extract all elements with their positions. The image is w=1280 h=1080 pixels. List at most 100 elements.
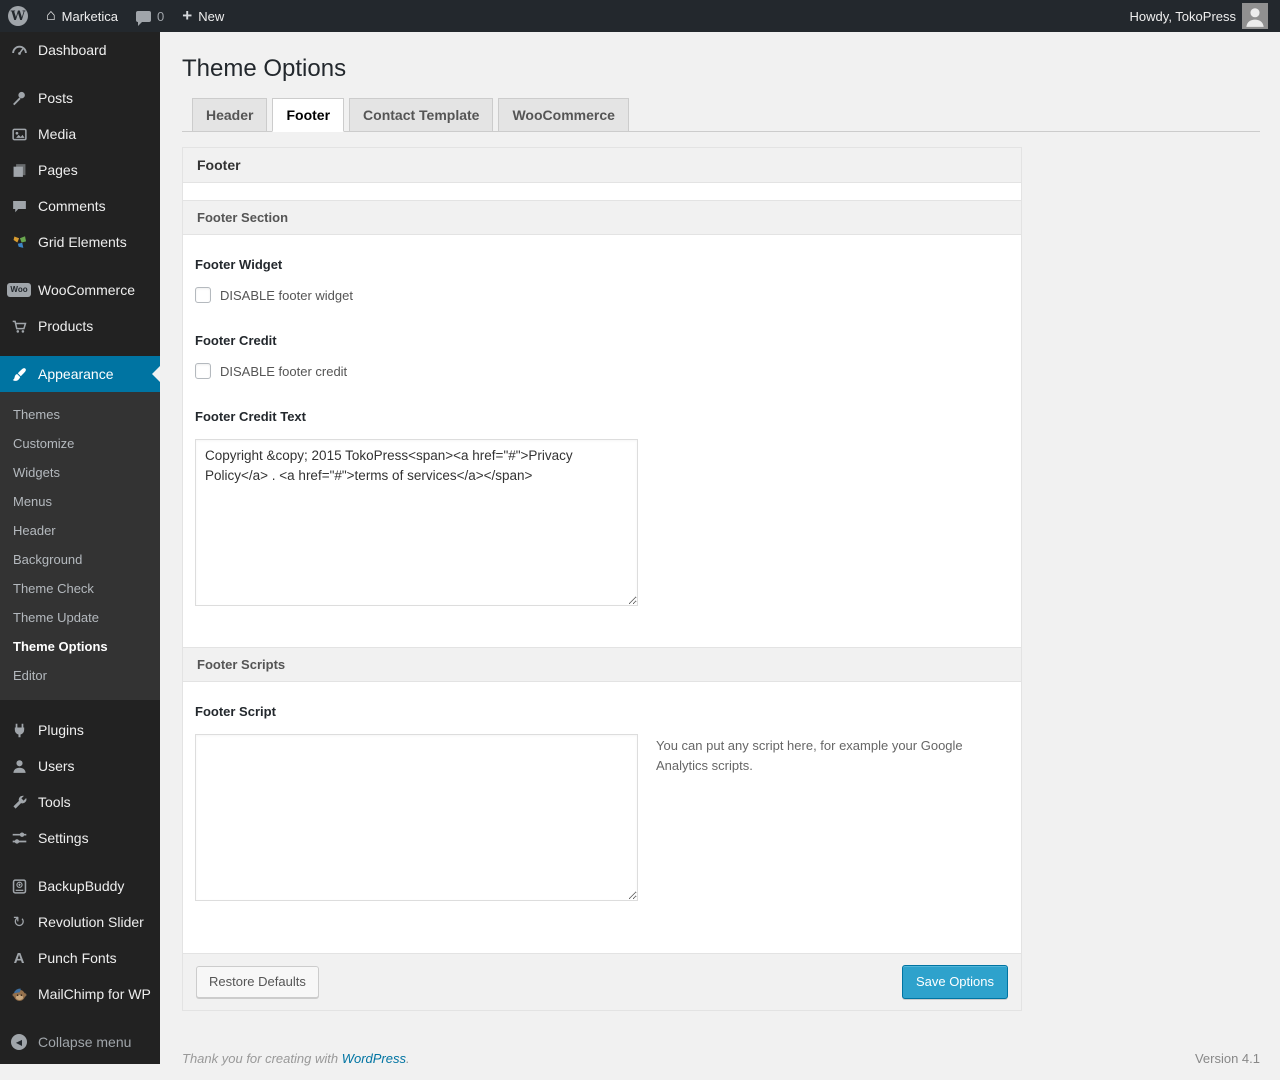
- comments-shortcut[interactable]: 0: [136, 9, 164, 26]
- home-icon: ⌂: [46, 7, 56, 24]
- footer-script-textarea[interactable]: [195, 734, 638, 901]
- footer-credit-control: DISABLE footer credit: [195, 363, 1009, 379]
- grid-elements-icon: [9, 232, 29, 252]
- sidebar-item-products[interactable]: Products: [0, 308, 160, 344]
- sidebar-item-label: MailChimp for WP: [38, 986, 151, 1002]
- refresh-icon: ↻: [12, 914, 26, 931]
- admin-menu: Dashboard Posts Media Pages Comments Gri…: [0, 32, 160, 1060]
- sidebar-item-mailchimp[interactable]: MailChimp for WP: [0, 976, 160, 1012]
- sidebar-item-dashboard[interactable]: Dashboard: [0, 32, 160, 68]
- footer-credit-label: Footer Credit: [195, 333, 277, 348]
- user-icon: [9, 756, 29, 776]
- wordpress-logo-icon: W: [8, 6, 28, 26]
- menu-separator: [0, 68, 160, 80]
- footer-section-header: Footer Section: [183, 200, 1021, 235]
- submenu-item-header[interactable]: Header: [0, 516, 160, 545]
- sidebar-item-label: Punch Fonts: [38, 950, 117, 966]
- submenu-item-themes[interactable]: Themes: [0, 400, 160, 429]
- sidebar-item-label: Products: [38, 318, 94, 334]
- new-label: New: [198, 8, 225, 24]
- footer-section-body: Footer Widget DISABLE footer widget Foot…: [183, 235, 1021, 647]
- sidebar-item-pages[interactable]: Pages: [0, 152, 160, 188]
- submenu-item-theme-check[interactable]: Theme Check: [0, 574, 160, 603]
- sidebar-item-revolution-slider[interactable]: ↻ Revolution Slider: [0, 904, 160, 940]
- footer-credit-text-label: Footer Credit Text: [195, 409, 306, 424]
- site-name: Marketica: [61, 8, 119, 24]
- submenu-item-background[interactable]: Background: [0, 545, 160, 574]
- tab-bar: Header Footer Contact Template WooCommer…: [182, 98, 1260, 132]
- tab-header[interactable]: Header: [192, 98, 268, 132]
- new-content-button[interactable]: + New: [182, 7, 225, 24]
- sidebar-item-label: Tools: [38, 794, 71, 810]
- comment-bubble-icon: [136, 10, 152, 26]
- mailchimp-monkey-icon: [9, 984, 29, 1004]
- submenu-label: Background: [13, 552, 83, 567]
- restore-defaults-button[interactable]: Restore Defaults: [196, 966, 319, 999]
- sidebar-item-media[interactable]: Media: [0, 116, 160, 152]
- collapse-menu-button[interactable]: ◀ Collapse menu: [0, 1024, 160, 1060]
- disable-footer-credit-checkbox[interactable]: [195, 363, 211, 379]
- appearance-submenu: Themes Customize Widgets Menus Header Ba…: [0, 392, 160, 700]
- woocommerce-icon: Woo: [7, 280, 31, 300]
- sidebar-item-comments[interactable]: Comments: [0, 188, 160, 224]
- submenu-label: Widgets: [13, 465, 60, 480]
- sidebar-item-punch-fonts[interactable]: A Punch Fonts: [0, 940, 160, 976]
- howdy-text: Howdy, TokoPress: [1129, 8, 1236, 24]
- sidebar-item-backupbuddy[interactable]: BackupBuddy: [0, 868, 160, 904]
- sidebar-item-posts[interactable]: Posts: [0, 80, 160, 116]
- sidebar-item-label: Pages: [38, 162, 78, 178]
- sidebar-item-users[interactable]: Users: [0, 748, 160, 784]
- sidebar-item-appearance[interactable]: Appearance: [0, 356, 160, 392]
- wrench-icon: [9, 792, 29, 812]
- sidebar-item-label: Plugins: [38, 722, 84, 738]
- checkbox-label: DISABLE footer widget: [220, 287, 353, 303]
- media-icon: [9, 124, 29, 144]
- submenu-item-theme-update[interactable]: Theme Update: [0, 603, 160, 632]
- submenu-item-theme-options[interactable]: Theme Options: [0, 632, 160, 661]
- sidebar-item-grid-elements[interactable]: Grid Elements: [0, 224, 160, 260]
- submenu-label: Theme Options: [13, 639, 108, 654]
- sidebar-item-label: BackupBuddy: [38, 878, 125, 894]
- admin-bar-left: W ⌂ Marketica 0 + New: [8, 6, 224, 26]
- menu-separator: [0, 700, 160, 712]
- wordpress-menu-button[interactable]: W: [8, 6, 28, 26]
- comments-icon: [9, 196, 29, 216]
- panel-footer: Restore Defaults Save Options: [183, 953, 1021, 1011]
- disable-footer-widget-checkbox[interactable]: [195, 287, 211, 303]
- admin-bar: W ⌂ Marketica 0 + New Howdy, TokoPress: [0, 0, 1280, 32]
- admin-sidebar: Dashboard Posts Media Pages Comments Gri…: [0, 32, 160, 1064]
- sidebar-item-label: Appearance: [38, 366, 114, 382]
- submenu-item-customize[interactable]: Customize: [0, 429, 160, 458]
- tab-footer[interactable]: Footer: [272, 98, 345, 132]
- footer-credit-text-textarea[interactable]: Copyright &copy; 2015 TokoPress<span><a …: [195, 439, 638, 606]
- submenu-item-editor[interactable]: Editor: [0, 661, 160, 690]
- collapse-menu-label: Collapse menu: [38, 1034, 132, 1050]
- menu-separator: [0, 344, 160, 356]
- footer-credit-checkbox-row[interactable]: DISABLE footer credit: [195, 363, 1009, 379]
- submenu-item-menus[interactable]: Menus: [0, 487, 160, 516]
- page-footer: Thank you for creating with WordPress. V…: [182, 1051, 1260, 1080]
- checkbox-label: DISABLE footer credit: [220, 363, 348, 379]
- footer-script-label: Footer Script: [195, 704, 276, 719]
- page-wrap: Dashboard Posts Media Pages Comments Gri…: [0, 32, 1280, 1066]
- footer-widget-checkbox-row[interactable]: DISABLE footer widget: [195, 287, 1009, 303]
- sidebar-item-settings[interactable]: Settings: [0, 820, 160, 856]
- save-options-button[interactable]: Save Options: [901, 965, 1008, 1000]
- tab-contact-template[interactable]: Contact Template: [349, 98, 494, 132]
- sidebar-item-tools[interactable]: Tools: [0, 784, 160, 820]
- submenu-item-widgets[interactable]: Widgets: [0, 458, 160, 487]
- submenu-label: Themes: [13, 407, 60, 422]
- submenu-label: Customize: [13, 436, 75, 451]
- site-link[interactable]: ⌂ Marketica: [46, 8, 118, 24]
- sidebar-item-plugins[interactable]: Plugins: [0, 712, 160, 748]
- admin-bar-right: Howdy, TokoPress: [1130, 3, 1268, 29]
- footer-scripts-body: Footer Script You can put any script her…: [183, 682, 1021, 953]
- panel-title: Footer: [183, 148, 1021, 183]
- sidebar-item-label: WooCommerce: [38, 282, 135, 298]
- tab-woocommerce[interactable]: WooCommerce: [498, 98, 629, 132]
- footer-widget-label: Footer Widget: [195, 257, 283, 272]
- sidebar-item-woocommerce[interactable]: Woo WooCommerce: [0, 272, 160, 308]
- my-account-menu[interactable]: Howdy, TokoPress: [1130, 3, 1268, 29]
- footer-script-help-text: You can put any script here, for example…: [656, 738, 963, 774]
- sidebar-item-label: Users: [38, 758, 75, 774]
